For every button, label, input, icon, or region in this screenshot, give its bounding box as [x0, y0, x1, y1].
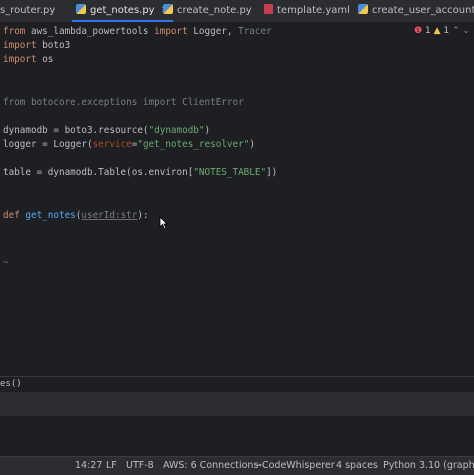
yaml-file-icon: [264, 4, 273, 14]
codewhisperer-label: CodeWhisperer: [261, 460, 335, 471]
unused-parameter: userId:str: [81, 210, 138, 221]
tab-label: get_notes.py: [90, 5, 155, 16]
editor-tab-bar: s_router.py get_notes.py✕ create_note.py…: [0, 0, 474, 23]
tool-window-panel: [0, 392, 474, 416]
tab-create-user-account[interactable]: create_user_account.py: [358, 0, 474, 22]
code-text: dynamodb = boto3.resource(: [3, 125, 149, 136]
aws-connections[interactable]: AWS: 6 Connections: [163, 457, 258, 475]
string-literal: "dynamodb": [148, 125, 205, 136]
code-text: ):: [137, 210, 149, 221]
code-line-8: def get_notes(userId:str):: [3, 209, 149, 223]
python-file-icon: [163, 4, 173, 14]
keyword: import: [154, 26, 188, 37]
tab-label: template.yaml: [277, 5, 350, 16]
python-file-icon: [358, 4, 368, 14]
code-line-3: import os: [3, 53, 53, 67]
mouse-cursor-icon: [159, 216, 168, 230]
code-text: ): [249, 139, 255, 150]
code-text: ): [204, 125, 211, 136]
import-name: Logger,: [187, 26, 239, 37]
code-editor[interactable]: from aws_lambda_powertools import Logger…: [0, 22, 474, 352]
encoding-selector[interactable]: UTF-8: [126, 457, 154, 475]
function-name: get_notes: [19, 210, 76, 221]
tab-label: s_router.py: [0, 5, 56, 16]
named-argument: service: [92, 139, 132, 150]
keyword: import: [3, 40, 37, 51]
tab-get-notes[interactable]: get_notes.py✕: [72, 0, 173, 22]
code-line-4: from botocore.exceptions import ClientEr…: [3, 97, 244, 108]
fold-marker[interactable]: ~: [3, 258, 8, 268]
module-name: boto3: [36, 40, 71, 51]
code-line-7: table = dynamodb.Table(os.environ["NOTES…: [3, 166, 277, 180]
code-line-2: import boto3: [3, 39, 70, 53]
string-literal: "get_notes_resolver": [137, 139, 250, 150]
codewhisperer-status[interactable]: ⊸CodeWhisperer: [254, 457, 335, 475]
tab-label: create_user_account.py: [372, 5, 474, 16]
tab-s-router[interactable]: s_router.py: [0, 0, 55, 22]
tab-template-yaml[interactable]: template.yaml: [264, 0, 350, 22]
python-file-icon: [76, 4, 86, 14]
string-literal: "NOTES_TABLE": [193, 167, 267, 178]
module-name: aws_lambda_powertools: [25, 26, 155, 37]
keyword: def: [3, 210, 20, 221]
codewhisperer-icon: ⊸: [254, 460, 262, 471]
code-text: ]): [266, 167, 278, 178]
tab-create-note[interactable]: create_note.py: [163, 0, 252, 22]
code-text: logger = Logger(: [3, 139, 93, 150]
code-line-6: logger = Logger(service="get_notes_resol…: [3, 138, 255, 152]
code-text: table = dynamodb.Table(os.environ[: [3, 167, 194, 178]
code-line-1: from aws_lambda_powertools import Logger…: [3, 25, 272, 39]
tab-label: create_note.py: [177, 5, 252, 16]
unused-import: Tracer: [238, 26, 272, 37]
keyword: import: [3, 54, 37, 65]
module-name: os: [36, 54, 54, 65]
code-line-5: dynamodb = boto3.resource("dynamodb"): [3, 124, 210, 138]
keyword: from: [3, 26, 26, 37]
interpreter-selector[interactable]: Python 3.10 (graphql-: [383, 457, 474, 475]
truncated-call-text: es(): [0, 379, 22, 389]
indent-selector[interactable]: 4 spaces: [336, 457, 378, 475]
run-panel-strip: es(): [0, 376, 474, 392]
status-bar: 14:27 LF UTF-8 AWS: 6 Connections ⊸CodeW…: [0, 456, 474, 475]
caret-position[interactable]: 14:27: [75, 457, 102, 475]
line-ending-selector[interactable]: LF: [106, 457, 117, 475]
